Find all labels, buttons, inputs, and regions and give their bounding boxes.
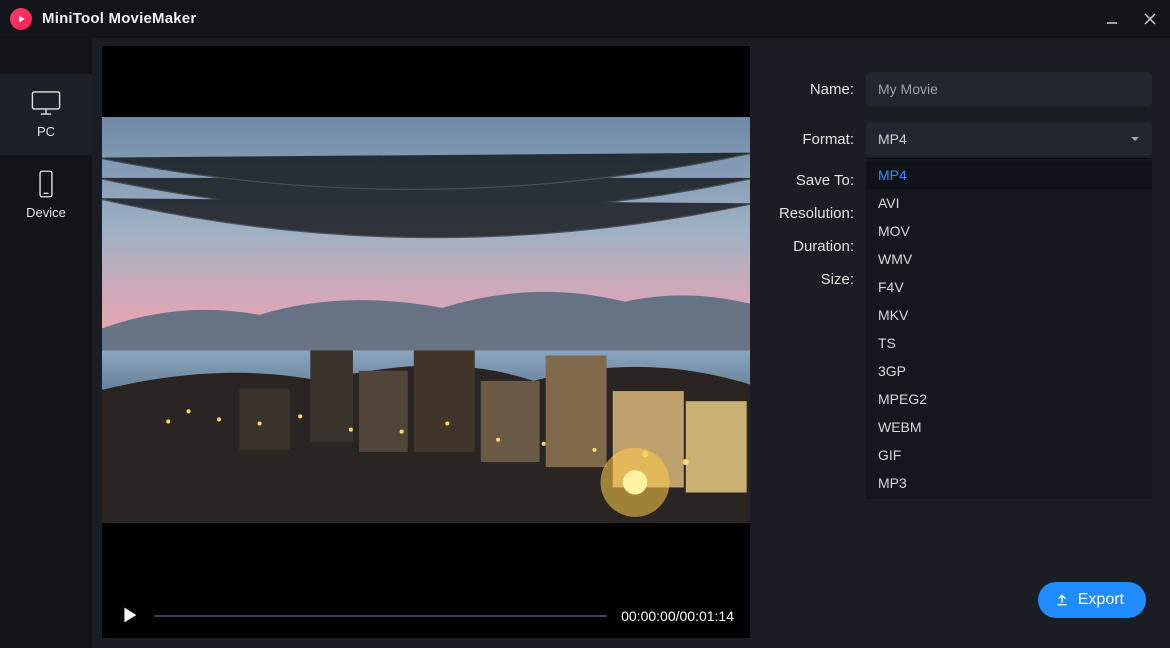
- sidebar-tab-device[interactable]: Device: [0, 155, 92, 236]
- label-size: Size:: [760, 271, 866, 288]
- field-row-name: Name:: [760, 72, 1152, 106]
- phone-icon: [29, 169, 63, 199]
- panel-footer: Export: [760, 582, 1152, 632]
- format-option[interactable]: MP4: [866, 161, 1152, 189]
- time-display: 00:00:00/00:01:14: [621, 608, 734, 624]
- preview-pane: 00:00:00/00:01:14: [92, 38, 760, 648]
- app-window: MiniTool MovieMaker PC: [0, 0, 1170, 648]
- playback-scrubber[interactable]: [154, 615, 607, 617]
- format-option[interactable]: MPEG2: [866, 385, 1152, 413]
- video-canvas-container: 00:00:00/00:01:14: [102, 46, 750, 638]
- label-saveto: Save To:: [760, 172, 866, 189]
- play-button[interactable]: [118, 604, 140, 629]
- format-option[interactable]: MP3: [866, 469, 1152, 497]
- minimize-button[interactable]: [1102, 9, 1122, 29]
- format-option[interactable]: MOV: [866, 217, 1152, 245]
- close-button[interactable]: [1140, 9, 1160, 29]
- window-controls: [1102, 9, 1160, 29]
- sidebar-tab-label: PC: [37, 124, 55, 139]
- format-selected-value: MP4: [878, 131, 907, 147]
- label-resolution: Resolution:: [760, 205, 866, 222]
- name-input[interactable]: [866, 72, 1152, 106]
- label-duration: Duration:: [760, 238, 866, 255]
- upload-icon: [1054, 592, 1070, 608]
- export-button-label: Export: [1078, 591, 1124, 609]
- field-row-format: Format: MP4: [760, 122, 1152, 156]
- format-option[interactable]: TS: [866, 329, 1152, 357]
- label-name: Name:: [760, 81, 866, 98]
- format-option[interactable]: MKV: [866, 301, 1152, 329]
- sidebar-tab-label: Device: [26, 205, 66, 220]
- titlebar: MiniTool MovieMaker: [0, 0, 1170, 38]
- app-title: MiniTool MovieMaker: [42, 10, 196, 27]
- monitor-icon: [29, 88, 63, 118]
- main-body: PC Device: [0, 38, 1170, 648]
- format-option[interactable]: AVI: [866, 189, 1152, 217]
- player-controls: 00:00:00/00:01:14: [102, 594, 750, 638]
- label-format: Format:: [760, 131, 866, 148]
- format-select[interactable]: MP4: [866, 122, 1152, 156]
- format-dropdown: MP4 AVI MOV WMV F4V MKV TS 3GP MPEG2 WEB…: [866, 158, 1152, 499]
- format-option[interactable]: 3GP: [866, 357, 1152, 385]
- chevron-down-icon: [1130, 134, 1140, 144]
- format-option[interactable]: WMV: [866, 245, 1152, 273]
- format-option[interactable]: F4V: [866, 273, 1152, 301]
- sidebar-tab-pc[interactable]: PC: [0, 74, 92, 155]
- video-frame: [102, 46, 750, 594]
- play-icon: [118, 604, 140, 626]
- export-button[interactable]: Export: [1038, 582, 1146, 618]
- app-logo-icon: [10, 8, 32, 30]
- export-settings-panel: Name: Format: MP4 Save To:: [760, 38, 1170, 648]
- export-target-sidebar: PC Device: [0, 38, 92, 648]
- format-option[interactable]: GIF: [866, 441, 1152, 469]
- format-option[interactable]: WEBM: [866, 413, 1152, 441]
